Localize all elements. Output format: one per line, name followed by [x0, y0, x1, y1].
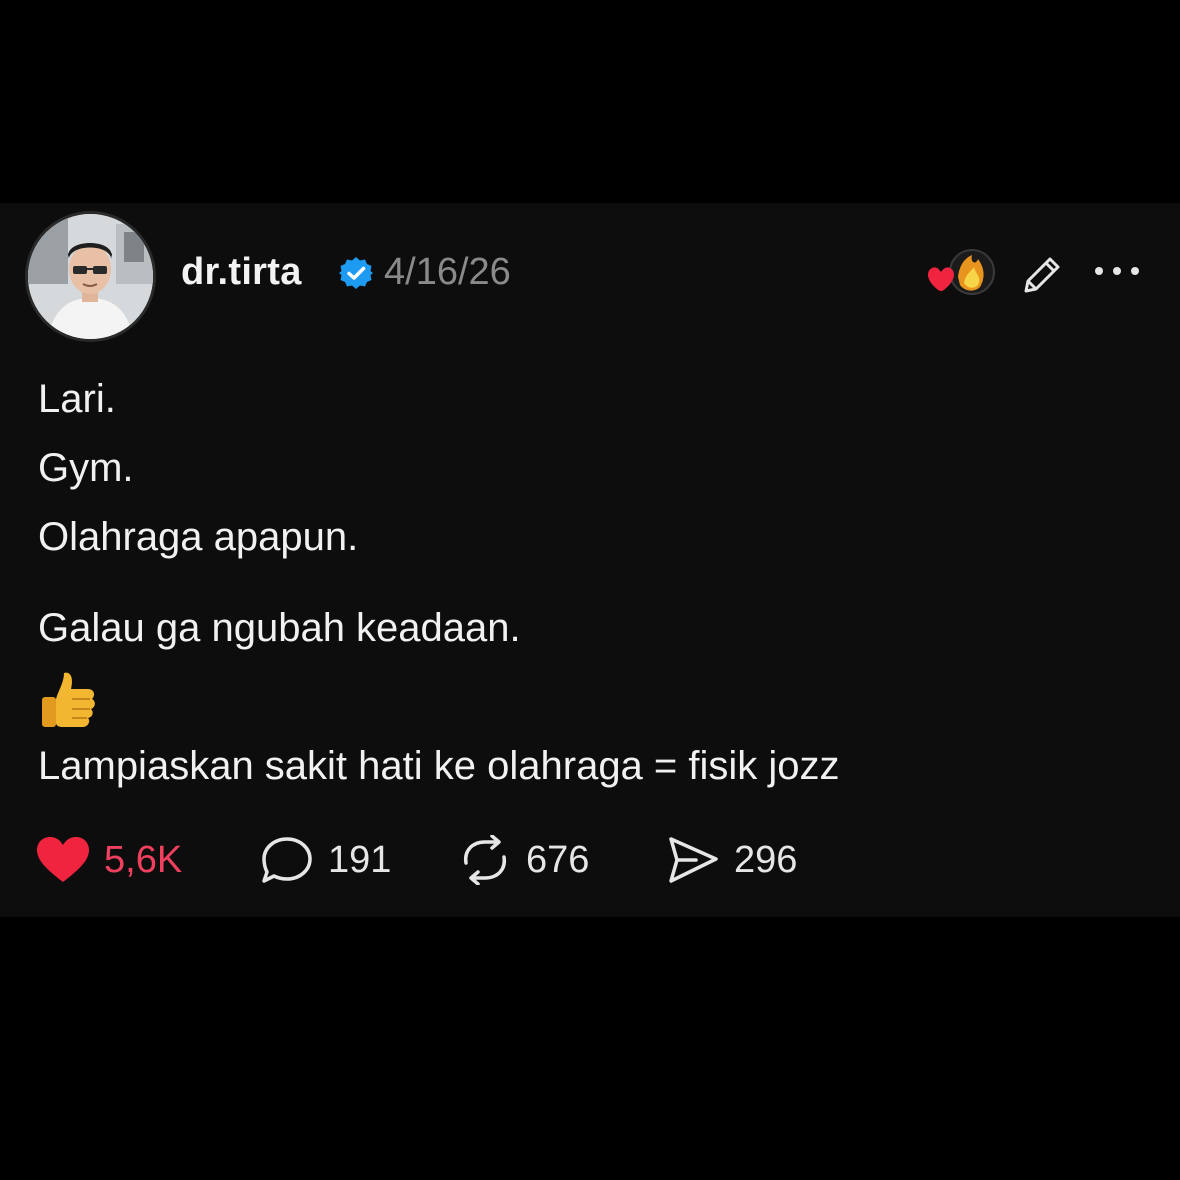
more-dots-icon[interactable] — [1092, 259, 1142, 283]
repost-button[interactable]: 676 — [458, 833, 589, 887]
post-date: 4/16/26 — [384, 251, 511, 293]
post-text-line: Galau ga ngubah keadaan. — [38, 606, 521, 650]
repost-icon — [463, 835, 507, 885]
share-count: 296 — [734, 838, 798, 881]
action-bar: 5,6K 191 676 296 — [0, 823, 1180, 897]
post-text-line: Lari. — [38, 377, 116, 421]
repost-count: 676 — [526, 838, 590, 881]
post-text-line: Lampiaskan sakit hati ke olahraga = fisi… — [38, 744, 840, 788]
screen: dr.tirta 4/16/26 Lari. Gym. Olahraga apa… — [0, 0, 1180, 1180]
avatar[interactable] — [25, 211, 156, 342]
thumbs-up-emoji — [42, 672, 95, 727]
username[interactable]: dr.tirta — [181, 251, 302, 294]
like-button[interactable]: 5,6K — [36, 833, 182, 887]
share-button[interactable]: 296 — [666, 833, 797, 887]
reply-button[interactable]: 191 — [260, 833, 391, 887]
like-count: 5,6K — [104, 838, 183, 881]
post-text-line: Olahraga apapun. — [38, 515, 359, 559]
verified-badge-icon — [339, 257, 373, 289]
comment-bubble-icon — [262, 837, 312, 883]
post-text-line: Gym. — [38, 446, 134, 490]
heart-reaction-icon[interactable] — [924, 247, 996, 299]
reply-count: 191 — [328, 838, 392, 881]
send-icon — [669, 837, 718, 883]
post-card: dr.tirta 4/16/26 Lari. Gym. Olahraga apa… — [0, 203, 1180, 917]
heart-icon — [37, 837, 89, 882]
edit-pencil-icon[interactable] — [1018, 251, 1066, 299]
